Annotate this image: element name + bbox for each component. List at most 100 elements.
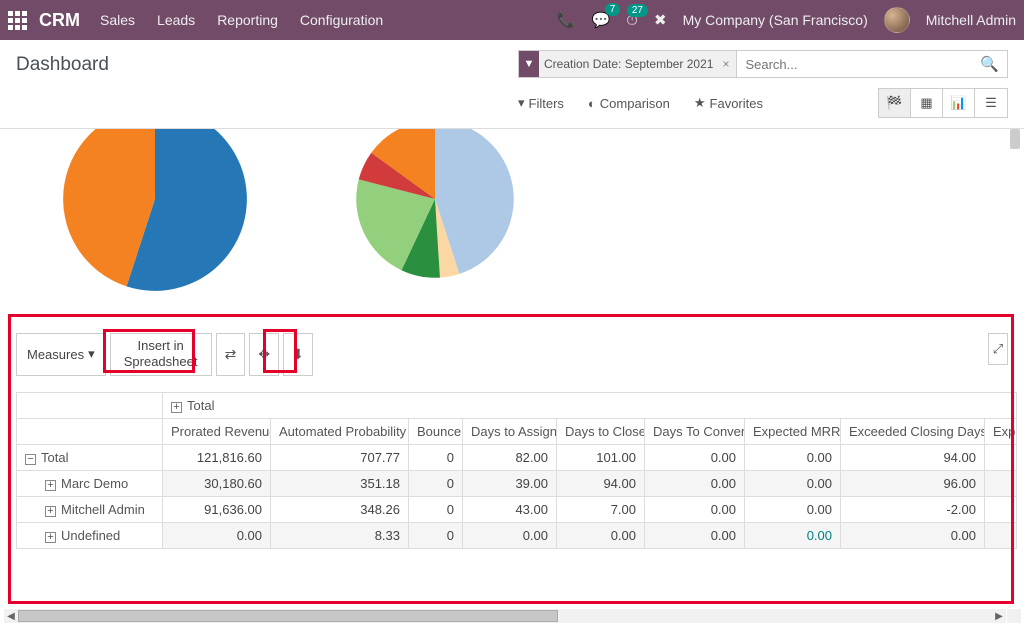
filter-icon: ▼ [519,51,539,77]
pivot-cell: 0 [409,470,463,496]
app-brand[interactable]: CRM [39,10,80,31]
row-header[interactable]: +Marc Demo [17,470,163,496]
comparison-dropdown[interactable]: ◐Comparison [588,96,670,111]
star-icon: ★ [694,95,706,111]
filters-dropdown[interactable]: ▾Filters [518,95,564,111]
pivot-cell: 8.33 [271,522,409,548]
main-navbar: CRM Sales Leads Reporting Configuration … [0,0,1024,40]
phone-icon[interactable]: 📞 [557,11,576,29]
pie-chart-2 [330,129,540,304]
pivot-cell: 96.00 [841,470,985,496]
pivot-cell: 101.00 [557,444,645,470]
pivot-cell: 0.00 [645,470,745,496]
user-menu[interactable]: Mitchell Admin [926,12,1016,28]
pivot-view-button[interactable]: ▦ [911,89,943,117]
expand-col-icon[interactable]: + [171,402,182,413]
measures-button[interactable]: Measures▾ [16,333,106,376]
nav-configuration[interactable]: Configuration [300,12,383,28]
pivot-cell: -2.00 [841,496,985,522]
expand-row-icon[interactable]: + [45,532,56,543]
pivot-cell: 0.00 [645,496,745,522]
col-header[interactable]: Automated Probability [271,418,409,444]
vertical-scrollbar[interactable] [1010,129,1020,149]
nav-reporting[interactable]: Reporting [217,12,278,28]
col-total-header[interactable]: +Total [163,392,1017,418]
pivot-cell: 43.00 [463,496,557,522]
pie-chart-1 [40,129,270,304]
pivot-cell: 82.00 [463,444,557,470]
nav-sales[interactable]: Sales [100,12,135,28]
funnel-icon: ▾ [518,95,525,111]
apps-menu-icon[interactable] [8,11,27,30]
scroll-thumb[interactable] [18,610,558,622]
col-header[interactable]: Days to Assign [463,418,557,444]
pivot-cell: 0 [409,522,463,548]
pivot-controls: Measures▾ Insert in Spreadsheet ⇄ ✥ ⬇ ⤢ [0,309,1024,376]
search-input[interactable] [737,57,972,72]
pivot-cell: 39.00 [463,470,557,496]
nav-links: Sales Leads Reporting Configuration [100,12,383,28]
col-header[interactable]: Expe [985,418,1017,444]
dashboard-view-button[interactable]: 🏁 [879,89,911,117]
favorites-dropdown[interactable]: ★Favorites [694,95,763,111]
pivot-cell: 0.00 [645,444,745,470]
pivot-cell: 0.00 [841,522,985,548]
compare-icon: ◐ [588,96,596,111]
search-icon[interactable]: 🔍 [972,55,1007,73]
pivot-cell: 0.00 [463,522,557,548]
nav-leads[interactable]: Leads [157,12,195,28]
expand-all-button[interactable]: ✥ [249,333,279,376]
flip-axis-button[interactable]: ⇄ [216,333,246,376]
row-header[interactable]: +Mitchell Admin [17,496,163,522]
remove-facet-icon[interactable]: × [719,57,732,71]
pivot-cell: 30,180.60 [163,470,271,496]
insert-spreadsheet-button[interactable]: Insert in Spreadsheet [110,333,212,376]
pivot-table: +Total Prorated RevenueAutomated Probabi… [16,392,1017,549]
pivot-cell: 707.77 [271,444,409,470]
scroll-corner [1007,609,1021,623]
col-header[interactable]: Expected MRR [745,418,841,444]
expand-row-icon[interactable]: + [45,480,56,491]
col-header[interactable]: Days To Convert [645,418,745,444]
col-header[interactable]: Bounce [409,418,463,444]
view-switcher: 🏁 ▦ 📊 ☰ [878,88,1008,118]
activity-icon[interactable]: ⏱27 [626,12,638,29]
horizontal-scrollbar[interactable]: ◀ ▶ [4,609,1006,623]
pivot-cell: 0.00 [745,522,841,548]
pivot-cell: 0.00 [645,522,745,548]
download-button[interactable]: ⬇ [283,333,313,376]
search-box[interactable]: ▼ Creation Date: September 2021 × 🔍 [518,50,1008,78]
col-header[interactable]: Exceeded Closing Days [841,418,985,444]
search-facet-label: Creation Date: September 2021 [544,57,713,71]
pivot-cell: 351.18 [271,470,409,496]
col-header[interactable]: Prorated Revenue [163,418,271,444]
corner-cell [17,392,163,418]
pivot-cell: 0 [409,444,463,470]
expand-row-icon[interactable]: − [25,454,36,465]
avatar[interactable] [884,7,910,33]
graph-view-button[interactable]: 📊 [943,89,975,117]
debug-icon[interactable]: ✖ [654,11,667,29]
pivot-cell: 94.00 [557,470,645,496]
pivot-cell: 0.00 [745,470,841,496]
scroll-right-icon[interactable]: ▶ [992,609,1006,623]
page-title: Dashboard [16,54,109,76]
row-header[interactable]: −Total [17,444,163,470]
company-selector[interactable]: My Company (San Francisco) [683,12,868,28]
control-panel: Dashboard ▼ Creation Date: September 202… [0,40,1024,118]
row-header[interactable]: +Undefined [17,522,163,548]
chat-icon[interactable]: 💬7 [592,11,611,29]
pivot-cell: 94.00 [841,444,985,470]
search-facet[interactable]: ▼ Creation Date: September 2021 × [519,51,737,77]
expand-row-icon[interactable]: + [45,506,56,517]
activity-badge: 27 [627,4,648,17]
pivot-cell: 0.00 [557,522,645,548]
col-header[interactable]: Days to Close [557,418,645,444]
list-view-button[interactable]: ☰ [975,89,1007,117]
chat-badge: 7 [605,3,621,16]
pivot-cell: 0 [409,496,463,522]
pivot-cell: 0.00 [745,444,841,470]
pivot-cell: 7.00 [557,496,645,522]
fullscreen-button[interactable]: ⤢ [988,333,1008,365]
scroll-left-icon[interactable]: ◀ [4,609,18,623]
